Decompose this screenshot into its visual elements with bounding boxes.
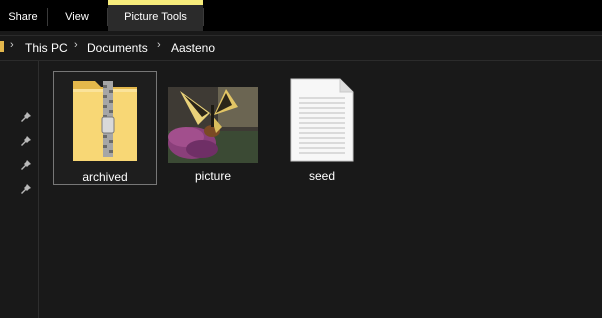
breadcrumb-aasteno[interactable]: Aasteno	[171, 41, 215, 55]
tab-divider	[203, 8, 204, 26]
file-name[interactable]: archived	[54, 170, 156, 184]
file-item-seed[interactable]: seed	[270, 71, 374, 185]
breadcrumb-separator[interactable]: ›	[74, 39, 78, 51]
file-list[interactable]: archived picture seed	[39, 61, 602, 318]
contextual-tab-highlight	[108, 0, 203, 5]
text-document-icon	[290, 78, 354, 162]
navigation-pane[interactable]	[0, 61, 39, 318]
image-thumbnail	[168, 87, 258, 163]
address-bar[interactable]: › This PC › Documents › Aasteno	[0, 35, 602, 61]
breadcrumb-separator[interactable]: ›	[10, 39, 14, 51]
breadcrumb-this-pc[interactable]: This PC	[25, 41, 68, 55]
folder-icon	[0, 41, 4, 52]
tab-picture-tools-label: Picture Tools	[124, 11, 187, 23]
breadcrumb-separator[interactable]: ›	[157, 39, 161, 51]
pin-icon[interactable]	[20, 159, 32, 171]
file-name[interactable]: seed	[270, 169, 374, 183]
zip-folder-icon	[73, 81, 137, 161]
tab-share[interactable]: Share	[0, 0, 46, 31]
file-name[interactable]: picture	[161, 169, 265, 183]
tab-picture-tools[interactable]: Picture Tools	[108, 0, 203, 31]
file-item-picture[interactable]: picture	[161, 71, 265, 185]
file-item-archived[interactable]: archived	[53, 71, 157, 185]
ribbon: Share View Picture Tools	[0, 0, 602, 31]
pin-icon[interactable]	[20, 135, 32, 147]
breadcrumb-documents[interactable]: Documents	[87, 41, 148, 55]
pin-icon[interactable]	[20, 111, 32, 123]
pin-icon[interactable]	[20, 183, 32, 195]
tab-view[interactable]: View	[48, 0, 106, 31]
